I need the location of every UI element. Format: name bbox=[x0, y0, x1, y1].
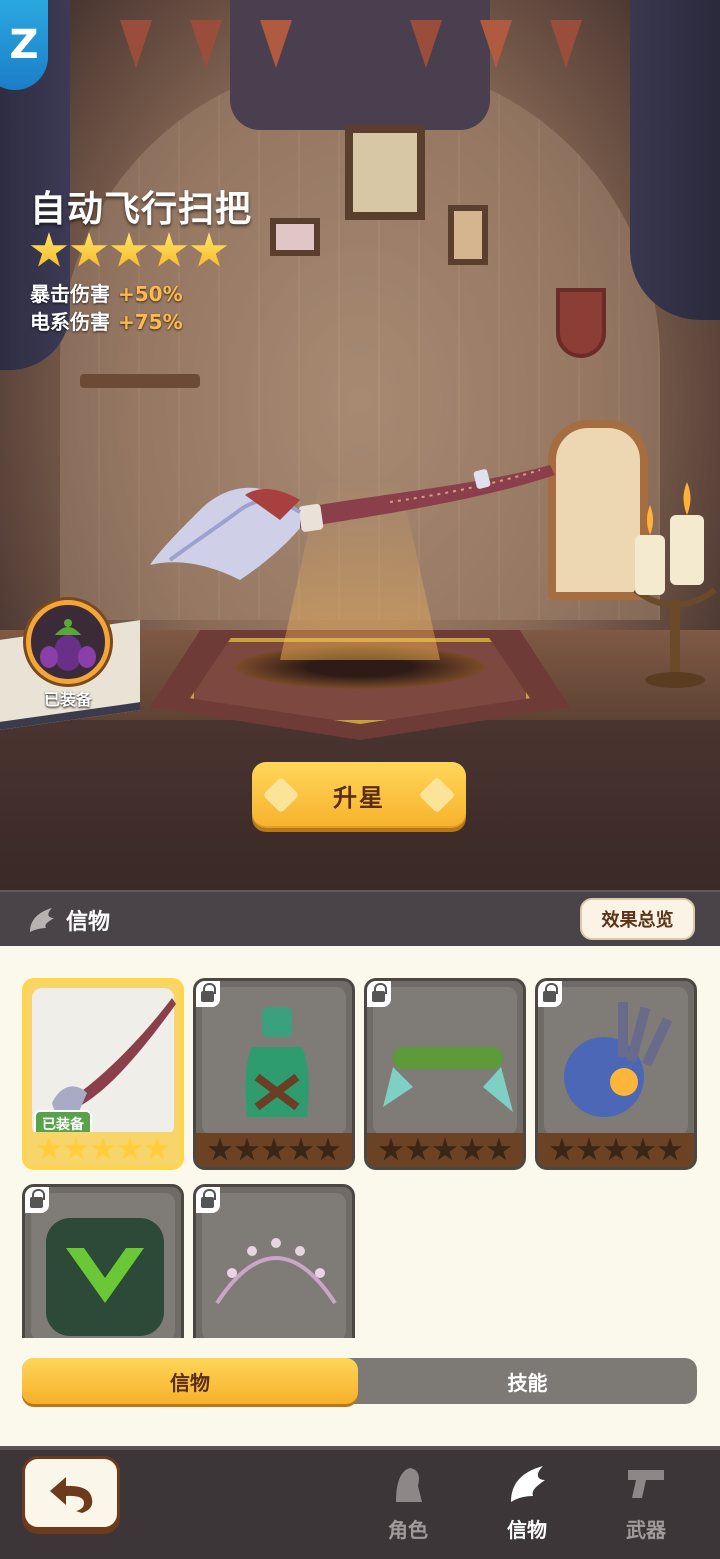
card-image bbox=[202, 987, 346, 1135]
panel-tabs: 信物 技能 bbox=[22, 1358, 697, 1404]
star-icon bbox=[460, 1137, 484, 1161]
token-card-scroll[interactable] bbox=[364, 978, 526, 1170]
tab-skills[interactable]: 技能 bbox=[358, 1358, 697, 1404]
star-icon bbox=[110, 232, 148, 267]
wing-icon bbox=[30, 908, 54, 932]
star-icon bbox=[289, 1137, 313, 1161]
star-icon bbox=[379, 1137, 403, 1161]
back-button[interactable] bbox=[22, 1456, 120, 1530]
lock-icon bbox=[25, 1187, 49, 1213]
character-avatar bbox=[26, 600, 110, 684]
equipped-label: 已装备 bbox=[43, 690, 92, 709]
star-icon bbox=[433, 1137, 457, 1161]
star-icon bbox=[658, 1137, 682, 1161]
back-arrow-icon bbox=[50, 1477, 93, 1513]
equipped-character-badge[interactable]: 已装备 bbox=[22, 598, 114, 709]
star-icon bbox=[577, 1137, 601, 1161]
stat-crit-damage: 暴击伤害 +50% bbox=[30, 278, 183, 307]
wall-shelf bbox=[80, 374, 200, 388]
card-star-bar bbox=[196, 1133, 352, 1167]
candelabra bbox=[633, 482, 717, 688]
upgrade-star-label: 升星 bbox=[333, 783, 385, 812]
card-image bbox=[31, 1193, 175, 1338]
lock-icon bbox=[367, 981, 391, 1007]
star-icon bbox=[631, 1137, 655, 1161]
scroll-icon bbox=[383, 1047, 513, 1112]
star-icon bbox=[208, 1137, 232, 1161]
star-icon bbox=[70, 232, 108, 267]
token-card-flower-wreath[interactable] bbox=[193, 1184, 355, 1338]
potion-icon bbox=[245, 1007, 309, 1117]
card-star-bar bbox=[367, 1133, 523, 1167]
character-icon bbox=[396, 1468, 422, 1502]
tab-label: 信物 bbox=[170, 1370, 210, 1395]
screen: Z 自动飞行扫把 暴击伤害 +50% 电系伤害 +75% 已装备 升星 信物 效果总… bbox=[0, 0, 720, 1559]
token-grid: 已装备 bbox=[22, 976, 702, 1338]
token-card-broom[interactable]: 已装备 bbox=[22, 978, 184, 1170]
effect-overview-label: 效果总览 bbox=[601, 910, 674, 931]
star-icon bbox=[604, 1137, 628, 1161]
wall-shield bbox=[556, 288, 606, 358]
cactus-portrait bbox=[345, 125, 425, 220]
item-showcase-scene: Z bbox=[0, 0, 720, 890]
card-image bbox=[544, 987, 688, 1135]
star-icon bbox=[64, 1136, 88, 1160]
card-star-bar bbox=[538, 1133, 694, 1167]
upgrade-star-button[interactable]: 升星 bbox=[252, 762, 466, 828]
lock-icon bbox=[538, 981, 562, 1007]
nav-item-weapon[interactable]: 武器 bbox=[606, 1456, 686, 1542]
stat-value: +75% bbox=[118, 310, 183, 334]
star-icon bbox=[487, 1137, 511, 1161]
star-icon bbox=[262, 1137, 286, 1161]
app-logo: Z bbox=[0, 0, 48, 90]
broom-illustration bbox=[150, 465, 555, 580]
stat-label: 电系伤害 bbox=[30, 310, 110, 334]
lock-icon bbox=[196, 1187, 220, 1213]
nav-item-character[interactable]: 角色 bbox=[368, 1456, 448, 1542]
star-icon bbox=[91, 1136, 115, 1160]
bunting-flags bbox=[80, 20, 640, 80]
star-icon bbox=[235, 1137, 259, 1161]
nav-label: 武器 bbox=[626, 1518, 666, 1542]
tab-label: 技能 bbox=[507, 1370, 548, 1395]
card-star-bar bbox=[26, 1132, 180, 1166]
effect-overview-button[interactable]: 效果总览 bbox=[580, 898, 695, 940]
green-emblem-icon bbox=[46, 1218, 164, 1336]
star-icon bbox=[150, 232, 188, 267]
item-star-rating bbox=[30, 232, 228, 270]
small-portrait bbox=[448, 205, 488, 265]
eggplant-character-icon bbox=[40, 619, 96, 671]
star-icon bbox=[190, 232, 228, 267]
star-icon bbox=[145, 1136, 169, 1160]
star-icon bbox=[550, 1137, 574, 1161]
stat-electric-damage: 电系伤害 +75% bbox=[30, 306, 183, 335]
tab-tokens[interactable]: 信物 bbox=[22, 1358, 358, 1404]
token-card-mech-glove[interactable] bbox=[535, 978, 697, 1170]
stat-value: +50% bbox=[118, 282, 183, 306]
star-icon bbox=[316, 1137, 340, 1161]
item-title: 自动飞行扫把 bbox=[30, 189, 253, 230]
card-image bbox=[373, 987, 517, 1135]
token-card-potion[interactable] bbox=[193, 978, 355, 1170]
star-icon bbox=[30, 232, 68, 267]
wing-icon bbox=[511, 1466, 545, 1502]
nav-item-tokens[interactable]: 信物 bbox=[487, 1456, 567, 1542]
card-image bbox=[202, 1193, 346, 1338]
star-icon bbox=[406, 1137, 430, 1161]
panel-title: 信物 bbox=[66, 910, 111, 935]
flower-wreath-icon bbox=[215, 1238, 337, 1305]
curtain-right bbox=[630, 0, 720, 320]
gun-icon bbox=[628, 1470, 664, 1498]
small-frame bbox=[270, 218, 320, 256]
stat-label: 暴击伤害 bbox=[30, 282, 110, 306]
nav-label: 信物 bbox=[507, 1518, 547, 1542]
token-card-green-emblem[interactable] bbox=[22, 1184, 184, 1338]
mech-glove-icon bbox=[564, 1002, 673, 1117]
nav-label: 角色 bbox=[388, 1518, 428, 1542]
star-icon bbox=[118, 1136, 142, 1160]
star-icon bbox=[37, 1136, 61, 1160]
lock-icon bbox=[196, 981, 220, 1007]
